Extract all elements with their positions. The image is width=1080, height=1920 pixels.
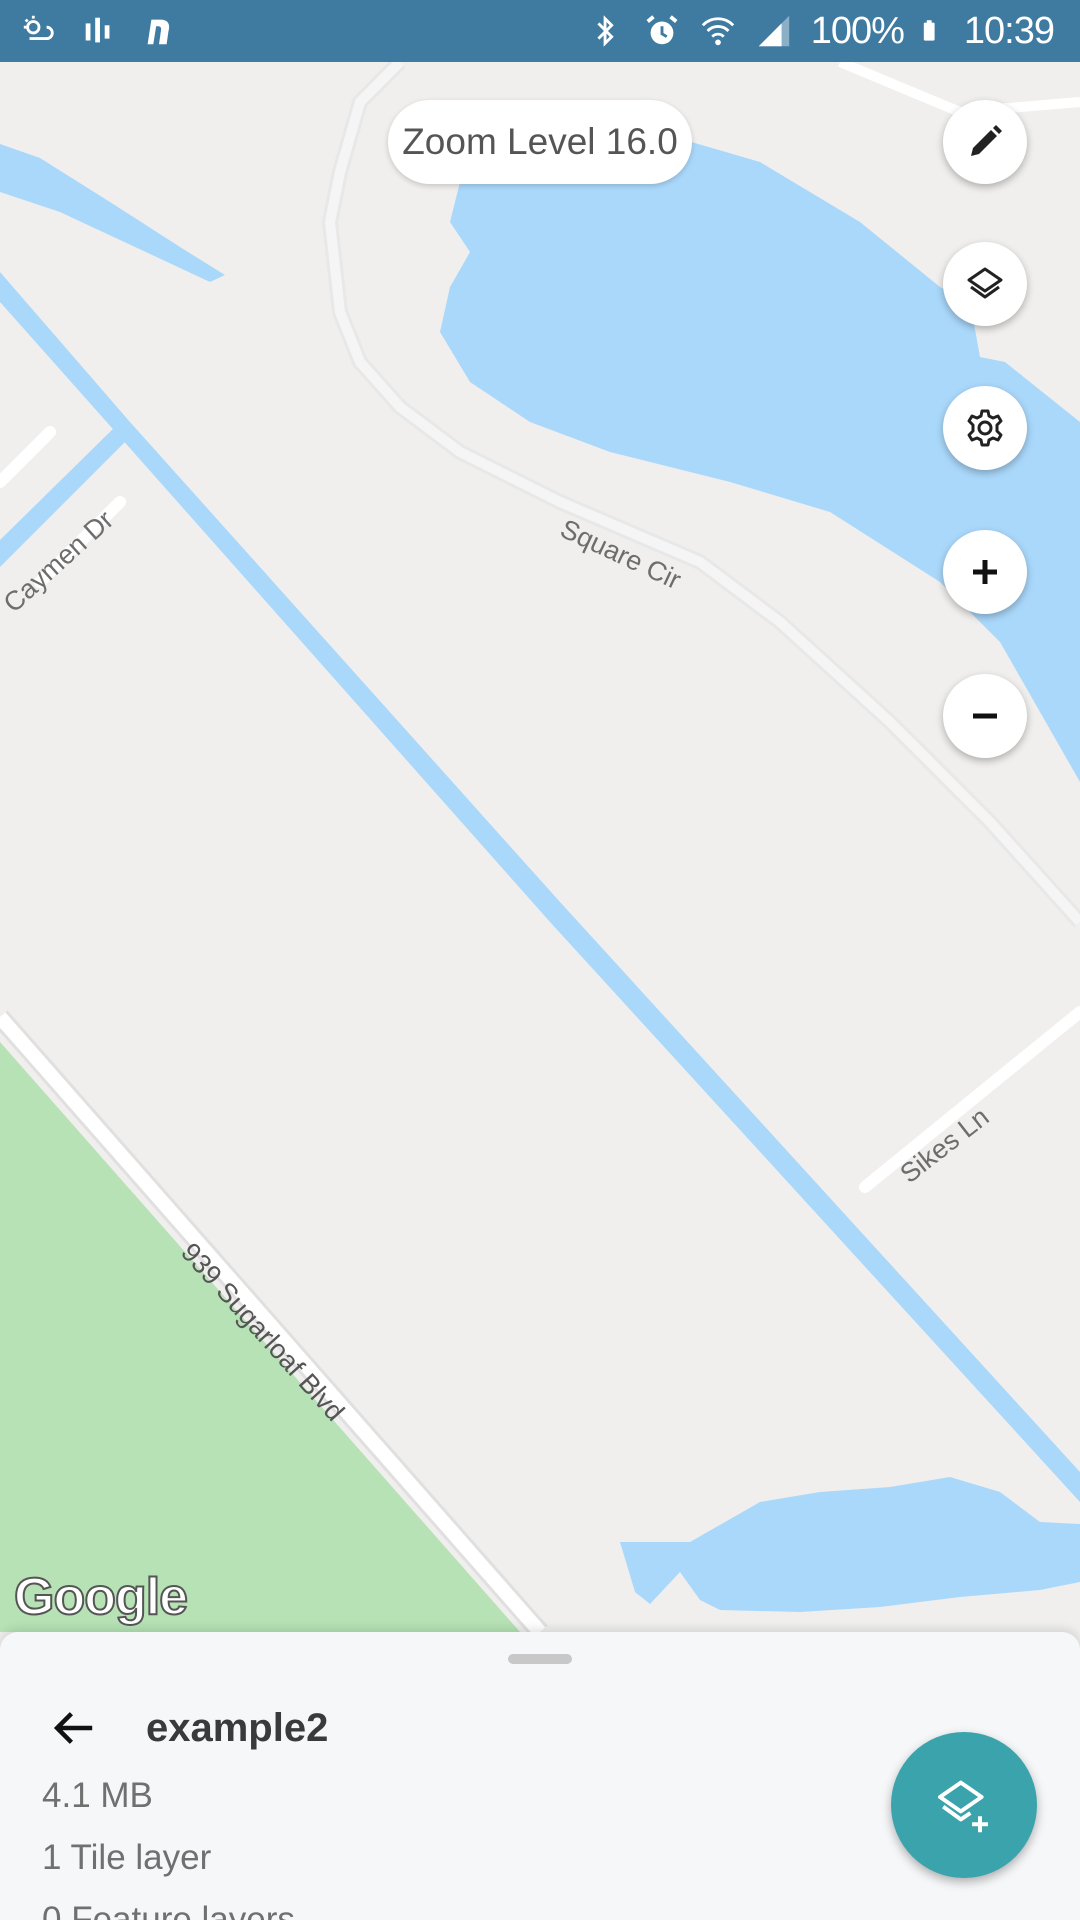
zoom-out-icon bbox=[973, 713, 997, 719]
layers-button[interactable] bbox=[943, 242, 1027, 326]
back-button[interactable] bbox=[40, 1694, 108, 1762]
lake-bottom bbox=[620, 1477, 1080, 1612]
zoom-out-button[interactable] bbox=[943, 674, 1027, 758]
edit-button[interactable] bbox=[943, 100, 1027, 184]
road-sikes-ln bbox=[859, 1006, 1080, 1193]
sheet-drag-handle[interactable] bbox=[508, 1654, 572, 1664]
map-name-title: example2 bbox=[146, 1706, 329, 1750]
zoom-in-icon bbox=[973, 560, 997, 584]
zoom-in-button[interactable] bbox=[943, 530, 1027, 614]
cell-signal-icon bbox=[758, 15, 789, 47]
settings-icon bbox=[967, 409, 1003, 447]
clock: 10:39 bbox=[963, 9, 1055, 52]
edit-icon bbox=[971, 125, 1002, 156]
wifi-icon bbox=[701, 17, 734, 46]
battery-icon bbox=[923, 20, 935, 41]
status-bar: 100% 10:39 bbox=[0, 0, 1080, 62]
signal-bars-icon bbox=[85, 17, 110, 43]
feature-layer-count: 0 Feature layers bbox=[42, 1900, 295, 1920]
road-caymen-dr bbox=[0, 426, 56, 488]
alarm-icon bbox=[646, 15, 678, 45]
map-canvas bbox=[0, 62, 1080, 1632]
bottom-sheet[interactable]: example2 4.1 MB 1 Tile layer 0 Feature l… bbox=[0, 1632, 1080, 1920]
google-logo: Google bbox=[13, 1567, 189, 1627]
weather-icon bbox=[23, 15, 54, 41]
canal-top-left bbox=[0, 144, 225, 282]
map-view[interactable]: Square Cir Caymen Dr Sikes Ln 939 Sugarl… bbox=[0, 62, 1080, 1632]
battery-percent: 100% bbox=[810, 9, 905, 52]
zoom-level-indicator: Zoom Level 16.0 bbox=[388, 100, 692, 184]
tile-layer-count: 1 Tile layer bbox=[42, 1838, 212, 1877]
settings-button[interactable] bbox=[943, 386, 1027, 470]
road-top-right bbox=[838, 62, 1080, 118]
layers-icon bbox=[967, 267, 1003, 299]
map-size: 4.1 MB bbox=[42, 1776, 153, 1815]
bluetooth-icon bbox=[597, 15, 614, 47]
arrow-back-icon bbox=[53, 1712, 93, 1744]
n-app-icon bbox=[147, 19, 170, 45]
add-layer-icon bbox=[938, 1780, 988, 1833]
add-layer-button[interactable] bbox=[891, 1732, 1037, 1878]
